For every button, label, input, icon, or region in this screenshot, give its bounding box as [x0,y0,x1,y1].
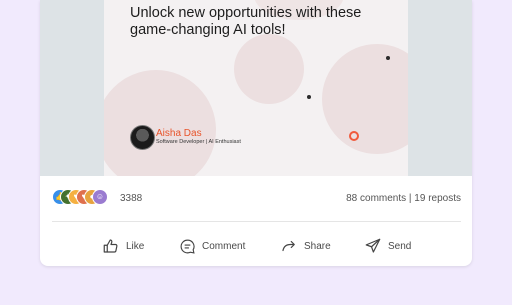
author-role: Software Developer | AI Enthusiast [156,139,241,145]
send-label: Send [388,240,412,252]
decor-circle [104,70,216,176]
comments-reposts-link[interactable]: 88 comments | 19 reposts [346,193,461,204]
comment-button[interactable]: Comment [179,233,245,259]
decor-ring [349,131,359,141]
like-label: Like [126,240,145,252]
page: Unlock new opportunities with these game… [0,0,512,305]
post-headline: Unlock new opportunities with these game… [130,5,362,38]
like-button[interactable]: Like [102,233,144,259]
decor-dot [307,95,311,99]
author-name[interactable]: Aisha Das [156,128,202,139]
reaction-icons[interactable]: 👍 ✦ ♥ ♥ ● ☺ [52,189,116,207]
social-counts: 👍 ✦ ♥ ♥ ● ☺ 3388 88 comments | 19 repost… [52,189,461,209]
funny-icon: ☺ [92,189,108,205]
decor-circle [322,44,408,154]
share-label: Share [304,240,331,252]
divider [52,221,461,222]
post-image-panel: Unlock new opportunities with these game… [104,0,408,176]
send-icon [364,237,382,255]
decor-circle [234,34,304,104]
post-card: Unlock new opportunities with these game… [40,0,472,266]
reaction-count[interactable]: 3388 [120,193,142,204]
comment-label: Comment [202,240,246,252]
thumbs-up-icon [102,237,120,255]
action-bar: Like Comment Share Send [40,233,472,259]
decor-dot [386,56,390,60]
author-avatar[interactable] [130,125,155,150]
send-button[interactable]: Send [364,233,411,259]
share-arrow-icon [280,237,298,255]
share-button[interactable]: Share [280,233,331,259]
comment-icon [179,238,196,255]
post-image[interactable]: Unlock new opportunities with these game… [40,0,472,176]
